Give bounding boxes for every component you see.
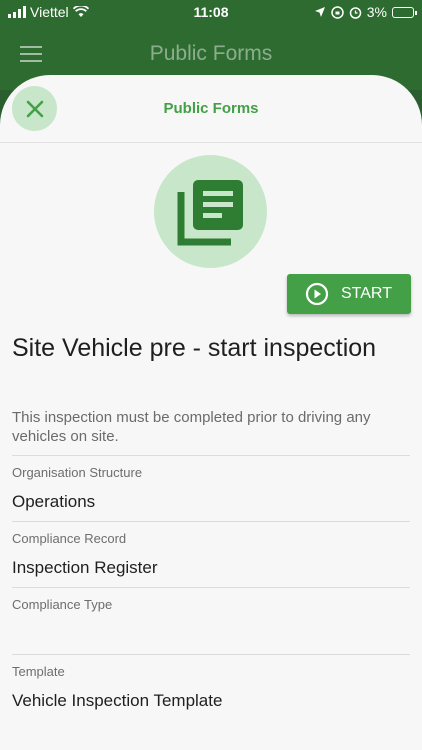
- field-organisation-structure: Organisation Structure Operations: [12, 455, 410, 512]
- start-label: START: [341, 285, 392, 302]
- status-bar: Viettel 11:08 3%: [0, 0, 422, 24]
- app-bar-title: Public Forms: [149, 42, 273, 65]
- form-icon-circle: [154, 155, 267, 268]
- sheet-header: Public Forms: [0, 75, 422, 143]
- form-sheet: Public Forms START Site Vehicle pre - st…: [0, 75, 422, 750]
- field-label: Template: [12, 664, 65, 679]
- field-label: Organisation Structure: [12, 465, 143, 480]
- field-value: Inspection Register: [12, 558, 158, 577]
- form-title: Site Vehicle pre - start inspection: [12, 334, 377, 362]
- rotation-lock-icon: [331, 5, 344, 19]
- form-description: This inspection must be completed prior …: [12, 409, 371, 445]
- location-icon: [314, 7, 325, 17]
- battery-icon: [392, 6, 417, 18]
- field-label: Compliance Type: [12, 597, 113, 612]
- field-label: Compliance Record: [12, 531, 127, 546]
- field-template: Template Vehicle Inspection Template: [12, 654, 410, 711]
- field-value: Vehicle Inspection Template: [12, 691, 223, 710]
- field-compliance-type: Compliance Type: [12, 587, 410, 624]
- start-button[interactable]: START: [287, 274, 411, 314]
- play-circle-icon: [305, 282, 329, 306]
- app-bar: Public Forms: [0, 36, 422, 76]
- sheet-title: Public Forms: [163, 100, 259, 117]
- battery-percent: 3%: [366, 4, 387, 20]
- library-books-icon: [177, 179, 243, 245]
- status-right: 3%: [314, 4, 417, 20]
- alarm-icon: [349, 6, 362, 19]
- field-value: Operations: [12, 492, 96, 511]
- field-compliance-record: Compliance Record Inspection Register: [12, 521, 410, 578]
